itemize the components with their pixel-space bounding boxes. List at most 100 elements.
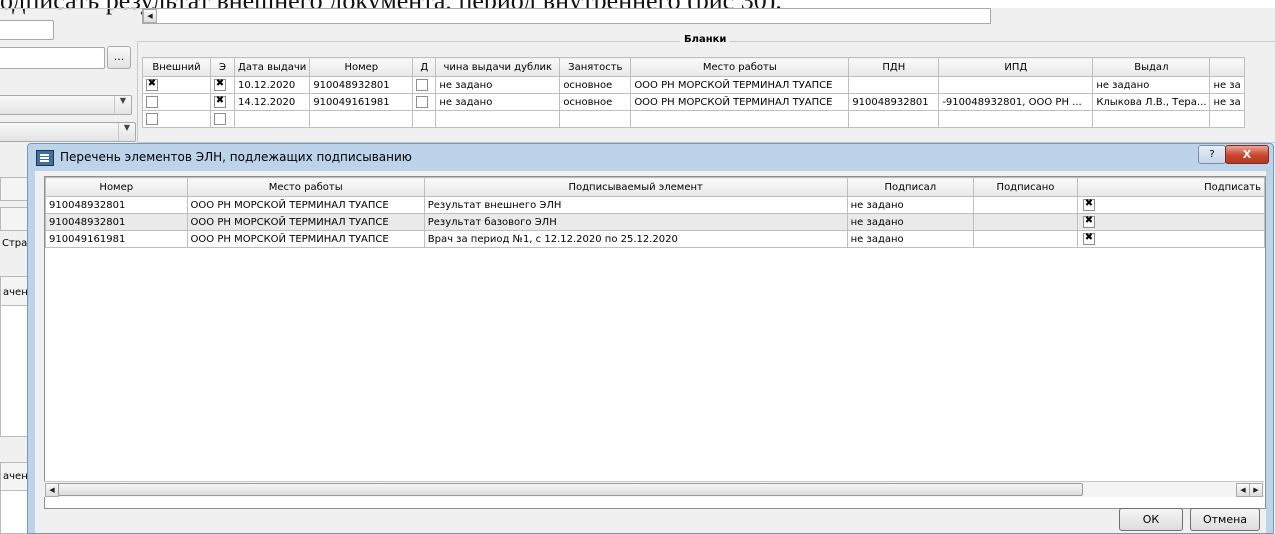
workplace-cell: ООО РН МОРСКОЙ ТЕРМИНАЛ ТУАПСЕ: [630, 76, 850, 94]
external-checkbox[interactable]: [146, 113, 158, 125]
scroll-left-icon[interactable]: ◀: [143, 9, 157, 23]
blanks-table-wrap: Внешний Э Дата выдачи Номер Д чина выдач…: [142, 57, 1245, 128]
employment-cell: основное: [559, 93, 632, 111]
col-header[interactable]: чина выдачи дублик: [435, 57, 561, 77]
col-header-sign[interactable]: Подписать: [1077, 177, 1265, 197]
number-cell: 910049161981: [309, 93, 414, 111]
d-checkbox[interactable]: [416, 79, 429, 91]
e-cell[interactable]: [210, 110, 235, 128]
table-row[interactable]: 10.12.2020 910048932801 не задано основн…: [142, 76, 1245, 94]
sign-checkbox[interactable]: [1083, 233, 1095, 245]
col-header[interactable]: ПДН: [848, 57, 940, 77]
signed-cell: [972, 230, 1079, 248]
number-cell: [309, 110, 414, 128]
extra-cell: [1209, 110, 1245, 128]
left-path-field[interactable]: [0, 47, 105, 69]
scroll-right-icon[interactable]: ▶: [1249, 483, 1263, 497]
signed-by-cell: не задано: [846, 213, 974, 231]
col-header[interactable]: Д: [412, 57, 437, 77]
left-combo-2[interactable]: ▼: [0, 122, 136, 142]
col-header[interactable]: Выдал: [1092, 57, 1211, 77]
date-cell: [233, 110, 311, 128]
e-cell[interactable]: [210, 93, 235, 111]
number-cell: 910048932801: [45, 196, 188, 214]
help-button[interactable]: ?: [1198, 145, 1226, 164]
e-checkbox[interactable]: [214, 96, 226, 108]
chevron-down-icon: ▼: [114, 96, 131, 114]
elements-table: Номер Место работы Подписываемый элемент…: [45, 177, 1265, 248]
table-row[interactable]: 910048932801 ООО РН МОРСКОЙ ТЕРМИНАЛ ТУА…: [45, 196, 1265, 214]
external-cell[interactable]: [142, 76, 211, 94]
external-checkbox[interactable]: [146, 96, 158, 108]
date-cell: 14.12.2020: [233, 93, 311, 111]
employment-cell: основное: [559, 76, 632, 94]
horizontal-scrollbar[interactable]: ◀ ◀ ▶: [44, 481, 1264, 497]
pdn-cell: 910048932801: [848, 93, 940, 111]
workplace-cell: ООО РН МОРСКОЙ ТЕРМИНАЛ ТУАПСЕ: [186, 196, 425, 214]
table-row[interactable]: 910048932801 ООО РН МОРСКОЙ ТЕРМИНАЛ ТУА…: [45, 213, 1265, 231]
close-button[interactable]: X: [1225, 145, 1269, 164]
browse-button[interactable]: ...: [107, 46, 131, 69]
issued-by-cell: Клыкова Л.В., Тера...: [1092, 93, 1211, 111]
col-header-number[interactable]: Номер: [45, 177, 188, 197]
e-cell[interactable]: [210, 76, 235, 94]
sign-cell[interactable]: [1077, 230, 1265, 248]
col-header[interactable]: Внешний: [142, 57, 211, 77]
scroll-left-icon[interactable]: ◀: [1236, 483, 1250, 497]
table-row[interactable]: 910049161981 ООО РН МОРСКОЙ ТЕРМИНАЛ ТУА…: [45, 230, 1265, 248]
elements-grid: Номер Место работы Подписываемый элемент…: [44, 176, 1266, 509]
ipd-cell: [938, 76, 1094, 94]
col-header-signed[interactable]: Подписано: [972, 177, 1079, 197]
sign-cell[interactable]: [1077, 213, 1265, 231]
extra-cell: не за: [1209, 93, 1245, 111]
pdn-cell: [848, 76, 940, 94]
col-header-element[interactable]: Подписываемый элемент: [423, 177, 848, 197]
chevron-down-icon: ▼: [118, 123, 135, 141]
col-header[interactable]: Занятость: [559, 57, 632, 77]
dialog-title: Перечень элементов ЭЛН, подлежащих подпи…: [60, 150, 412, 164]
signed-by-cell: не задано: [846, 196, 974, 214]
reason-cell: [435, 110, 561, 128]
top-scroll-area: [990, 8, 1275, 24]
sign-checkbox[interactable]: [1083, 216, 1095, 228]
ok-button[interactable]: ОК: [1119, 508, 1183, 531]
external-cell[interactable]: [142, 110, 211, 128]
issued-by-cell: не задано: [1092, 76, 1211, 94]
col-header[interactable]: Э: [210, 57, 235, 77]
extra-cell: не за: [1209, 76, 1245, 94]
blanks-group-title: Бланки: [680, 34, 731, 45]
pdn-cell: [848, 110, 940, 128]
scrollbar-thumb[interactable]: [58, 483, 1083, 496]
col-header[interactable]: Место работы: [630, 57, 850, 77]
external-checkbox[interactable]: [146, 79, 158, 91]
left-label-fragment: ачен: [3, 471, 28, 482]
col-header-signed-by[interactable]: Подписал: [846, 177, 974, 197]
left-combo-1[interactable]: ▼: [0, 95, 132, 115]
reason-cell: не задано: [435, 93, 561, 111]
number-cell: 910049161981: [45, 230, 188, 248]
col-header-workplace[interactable]: Место работы: [186, 177, 425, 197]
d-cell[interactable]: [412, 76, 437, 94]
left-label-fragment: ачен: [3, 287, 28, 298]
e-checkbox[interactable]: [214, 113, 226, 125]
left-text-field[interactable]: [0, 20, 54, 40]
sign-checkbox[interactable]: [1083, 199, 1095, 211]
col-header[interactable]: Номер: [309, 57, 414, 77]
col-header[interactable]: ИПД: [938, 57, 1094, 77]
d-checkbox[interactable]: [416, 96, 429, 108]
d-cell[interactable]: [412, 93, 437, 111]
table-row[interactable]: [142, 110, 1245, 128]
col-header[interactable]: Дата выдачи: [233, 57, 311, 77]
col-header[interactable]: [1209, 57, 1245, 77]
employment-cell: [559, 110, 632, 128]
external-cell[interactable]: [142, 93, 211, 111]
cancel-button[interactable]: Отмена: [1190, 508, 1260, 531]
e-checkbox[interactable]: [214, 79, 226, 91]
ipd-cell: [938, 110, 1094, 128]
scroll-left-icon[interactable]: ◀: [45, 483, 59, 497]
sign-cell[interactable]: [1077, 196, 1265, 214]
top-horizontal-scrollbar[interactable]: ◀: [142, 8, 997, 24]
table-row[interactable]: 14.12.2020 910049161981 не задано основн…: [142, 93, 1245, 111]
number-cell: 910048932801: [309, 76, 414, 94]
workplace-cell: ООО РН МОРСКОЙ ТЕРМИНАЛ ТУАПСЕ: [630, 93, 850, 111]
